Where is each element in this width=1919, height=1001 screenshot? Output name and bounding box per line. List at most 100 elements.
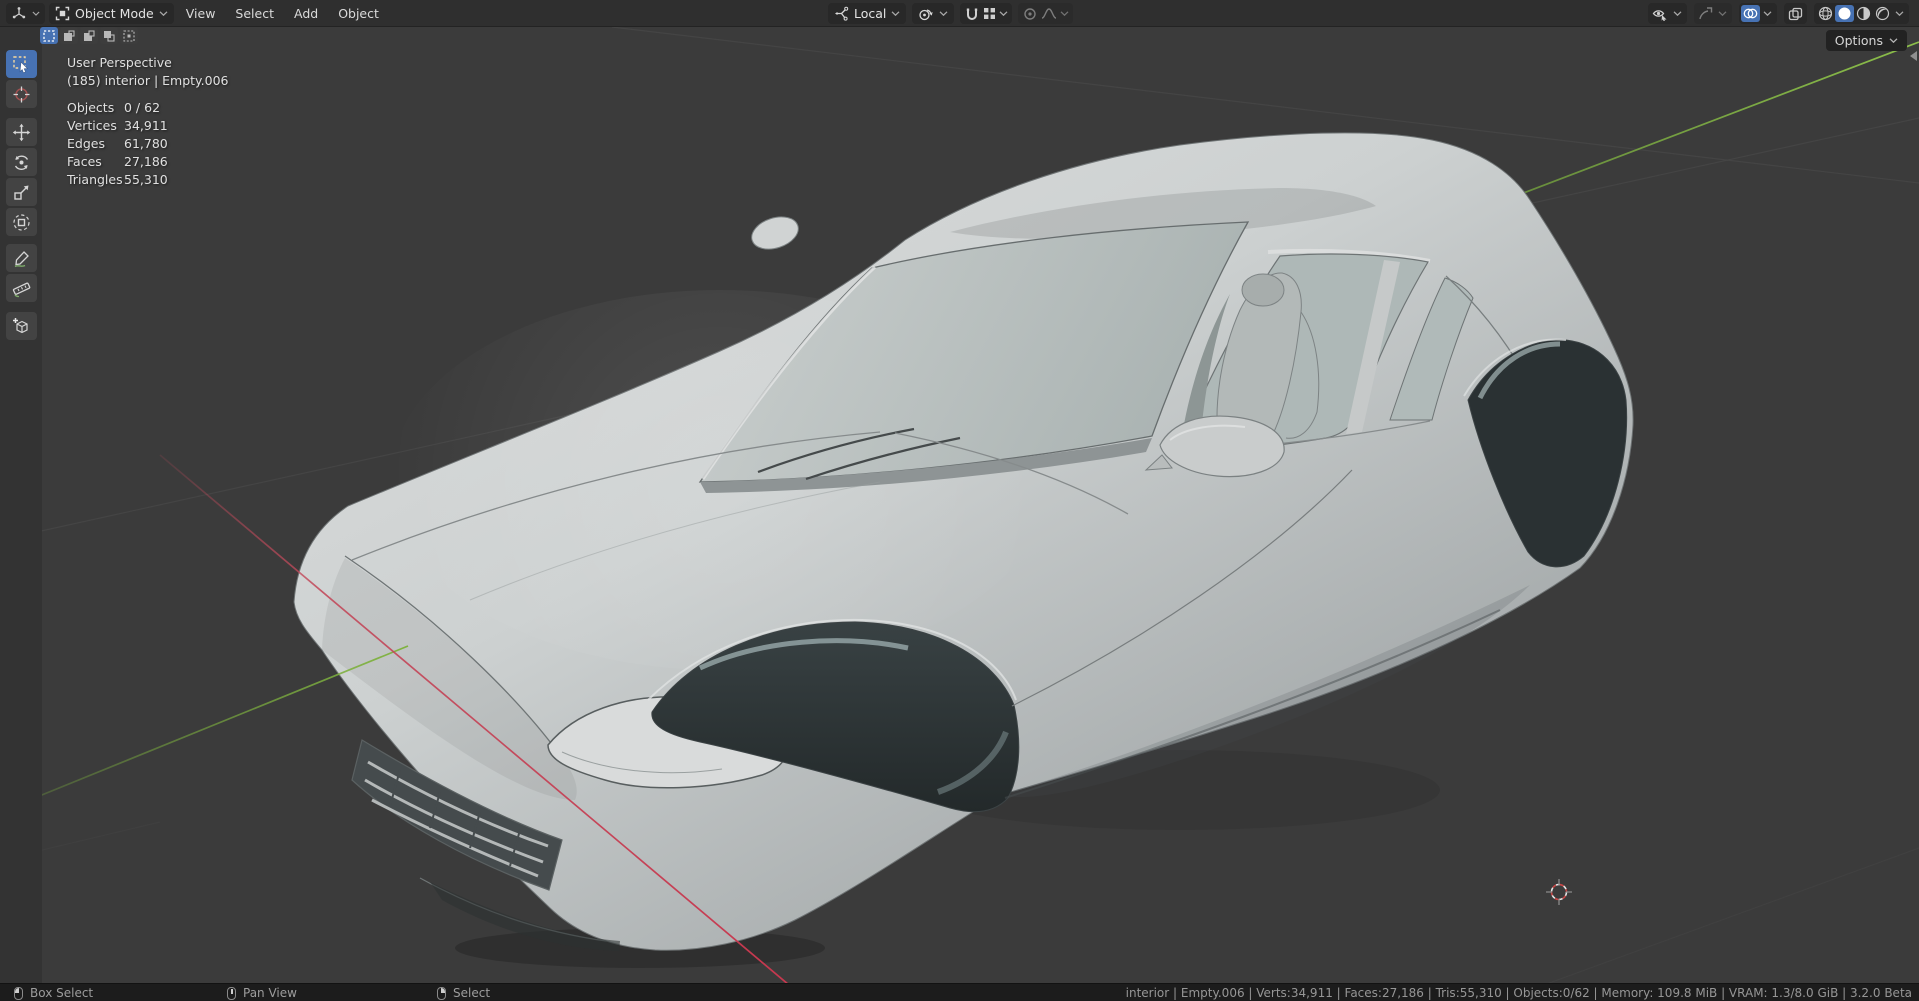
scene-statistics-text: interior | Empty.006 | Verts:34,911 | Fa… <box>1125 986 1912 1000</box>
stat-triangles: Triangles 55,310 <box>67 172 168 187</box>
hint-pan-view: Pan View <box>227 984 297 1001</box>
select-mode-subtract[interactable] <box>80 27 98 44</box>
xray-toggle[interactable] <box>1784 3 1807 24</box>
tool-transform[interactable] <box>6 208 37 236</box>
middle-mouse-icon <box>227 986 236 1000</box>
overlays-icon <box>1743 8 1758 19</box>
add-cube-icon <box>13 317 28 333</box>
object-mode-icon <box>55 6 70 21</box>
mode-selector[interactable]: Object Mode <box>49 3 174 24</box>
material-sphere-icon <box>1856 6 1871 21</box>
tool-add-cube[interactable] <box>6 312 37 340</box>
snapping-controls <box>960 3 1013 24</box>
chevron-down-icon <box>1673 11 1682 16</box>
tool-annotate[interactable] <box>6 244 37 272</box>
magnet-icon <box>966 8 978 20</box>
shading-material-preview[interactable] <box>1854 5 1873 22</box>
chevron-down-icon <box>1060 11 1069 16</box>
wireframe-sphere-icon <box>1818 6 1833 21</box>
select-box-icon <box>13 55 29 73</box>
menu-add[interactable]: Add <box>286 0 326 27</box>
overlays-dropdown <box>1739 3 1777 24</box>
chevron-down-icon <box>939 11 948 16</box>
gizmo-arrow-icon <box>1699 6 1713 19</box>
transform-orientation-label: Local <box>854 6 887 21</box>
tool-rotate[interactable] <box>6 148 37 176</box>
chevron-down-icon <box>159 11 168 16</box>
transform-orientation-icon <box>835 6 849 21</box>
select-mode-invert[interactable] <box>100 27 118 44</box>
chevron-down-icon <box>1718 11 1727 16</box>
view-perspective-label: User Perspective <box>67 55 172 70</box>
xray-icon <box>1788 7 1803 20</box>
pivot-point-icon <box>919 8 934 20</box>
shading-mode-buttons <box>1814 3 1909 24</box>
options-dropdown[interactable]: Options <box>1825 30 1907 51</box>
rendered-sphere-icon <box>1875 6 1890 21</box>
scale-tool-icon <box>14 185 29 200</box>
proportional-falloff-dropdown[interactable] <box>1039 5 1071 22</box>
snap-target-dropdown[interactable] <box>981 5 1010 22</box>
viewport-canvas[interactable] <box>0 27 1919 983</box>
menu-select[interactable]: Select <box>227 0 282 27</box>
stat-faces: Faces 27,186 <box>67 154 168 169</box>
gizmos-dropdown[interactable] <box>1694 3 1732 24</box>
viewport-overlay-stats: User Perspective (185) interior | Empty.… <box>67 54 229 189</box>
menu-object[interactable]: Object <box>330 0 387 27</box>
snap-toggle[interactable] <box>962 5 981 22</box>
rotate-tool-icon <box>14 155 29 170</box>
hint-select: Select <box>437 984 490 1001</box>
shading-rendered[interactable] <box>1873 5 1892 22</box>
select-mode-intersect[interactable] <box>120 27 138 44</box>
proportional-editing-controls <box>1018 3 1074 24</box>
chevron-down-icon <box>999 11 1008 16</box>
select-intersect-icon <box>123 29 135 42</box>
select-subtract-icon <box>84 29 95 41</box>
select-invert-icon <box>104 30 115 42</box>
solid-sphere-icon <box>1838 7 1851 20</box>
active-collection-object-label: (185) interior | Empty.006 <box>67 73 229 88</box>
hint-box-select: Box Select <box>14 984 93 1001</box>
mode-label: Object Mode <box>75 6 154 21</box>
viewport-header: Object Mode View Select Add Object Local <box>0 0 1919 27</box>
object-visibility-dropdown[interactable] <box>1648 3 1687 24</box>
editor-type-selector[interactable] <box>6 3 45 24</box>
move-tool-icon <box>12 123 31 141</box>
pivot-point-dropdown[interactable] <box>912 3 955 24</box>
proportional-editing-toggle[interactable] <box>1020 5 1039 22</box>
stat-edges: Edges 61,780 <box>67 136 168 151</box>
shading-wireframe[interactable] <box>1816 5 1835 22</box>
cursor-tool-icon <box>13 86 30 102</box>
chevron-down-icon <box>1895 11 1904 16</box>
tool-scale[interactable] <box>6 178 37 206</box>
transform-orientation-dropdown[interactable]: Local <box>828 3 907 24</box>
snap-target-icon <box>984 8 996 19</box>
select-mode-buttons <box>40 27 138 44</box>
select-mode-set[interactable] <box>40 27 58 44</box>
status-bar: Box Select Pan View Select interior | Em… <box>0 983 1919 1001</box>
chevron-down-icon <box>891 11 900 16</box>
shading-solid[interactable] <box>1835 5 1854 22</box>
measure-ruler-icon <box>12 282 31 297</box>
falloff-curve-icon <box>1042 8 1057 19</box>
chevron-down-icon <box>1889 38 1898 43</box>
toolbar <box>0 27 42 983</box>
transform-tool-icon <box>13 213 30 231</box>
overlays-toggle[interactable] <box>1741 5 1760 22</box>
proportional-circle-icon <box>1024 7 1036 20</box>
select-set-icon <box>43 29 55 42</box>
chevron-down-icon <box>32 11 40 16</box>
menu-view[interactable]: View <box>178 0 224 27</box>
stat-vertices: Vertices 34,911 <box>67 118 168 133</box>
sidebar-collapse-arrow[interactable] <box>1910 51 1917 61</box>
tool-cursor[interactable] <box>6 80 37 108</box>
blender-window: User Perspective (185) interior | Empty.… <box>0 0 1919 1001</box>
tool-move[interactable] <box>6 118 37 146</box>
tool-select-box[interactable] <box>6 50 37 78</box>
visibility-eye-icon <box>1652 9 1667 21</box>
chevron-down-icon <box>1763 11 1772 16</box>
tool-measure[interactable] <box>6 274 37 302</box>
right-mouse-icon <box>437 986 446 1000</box>
select-mode-extend[interactable] <box>60 27 78 44</box>
annotate-pencil-icon <box>14 250 29 267</box>
